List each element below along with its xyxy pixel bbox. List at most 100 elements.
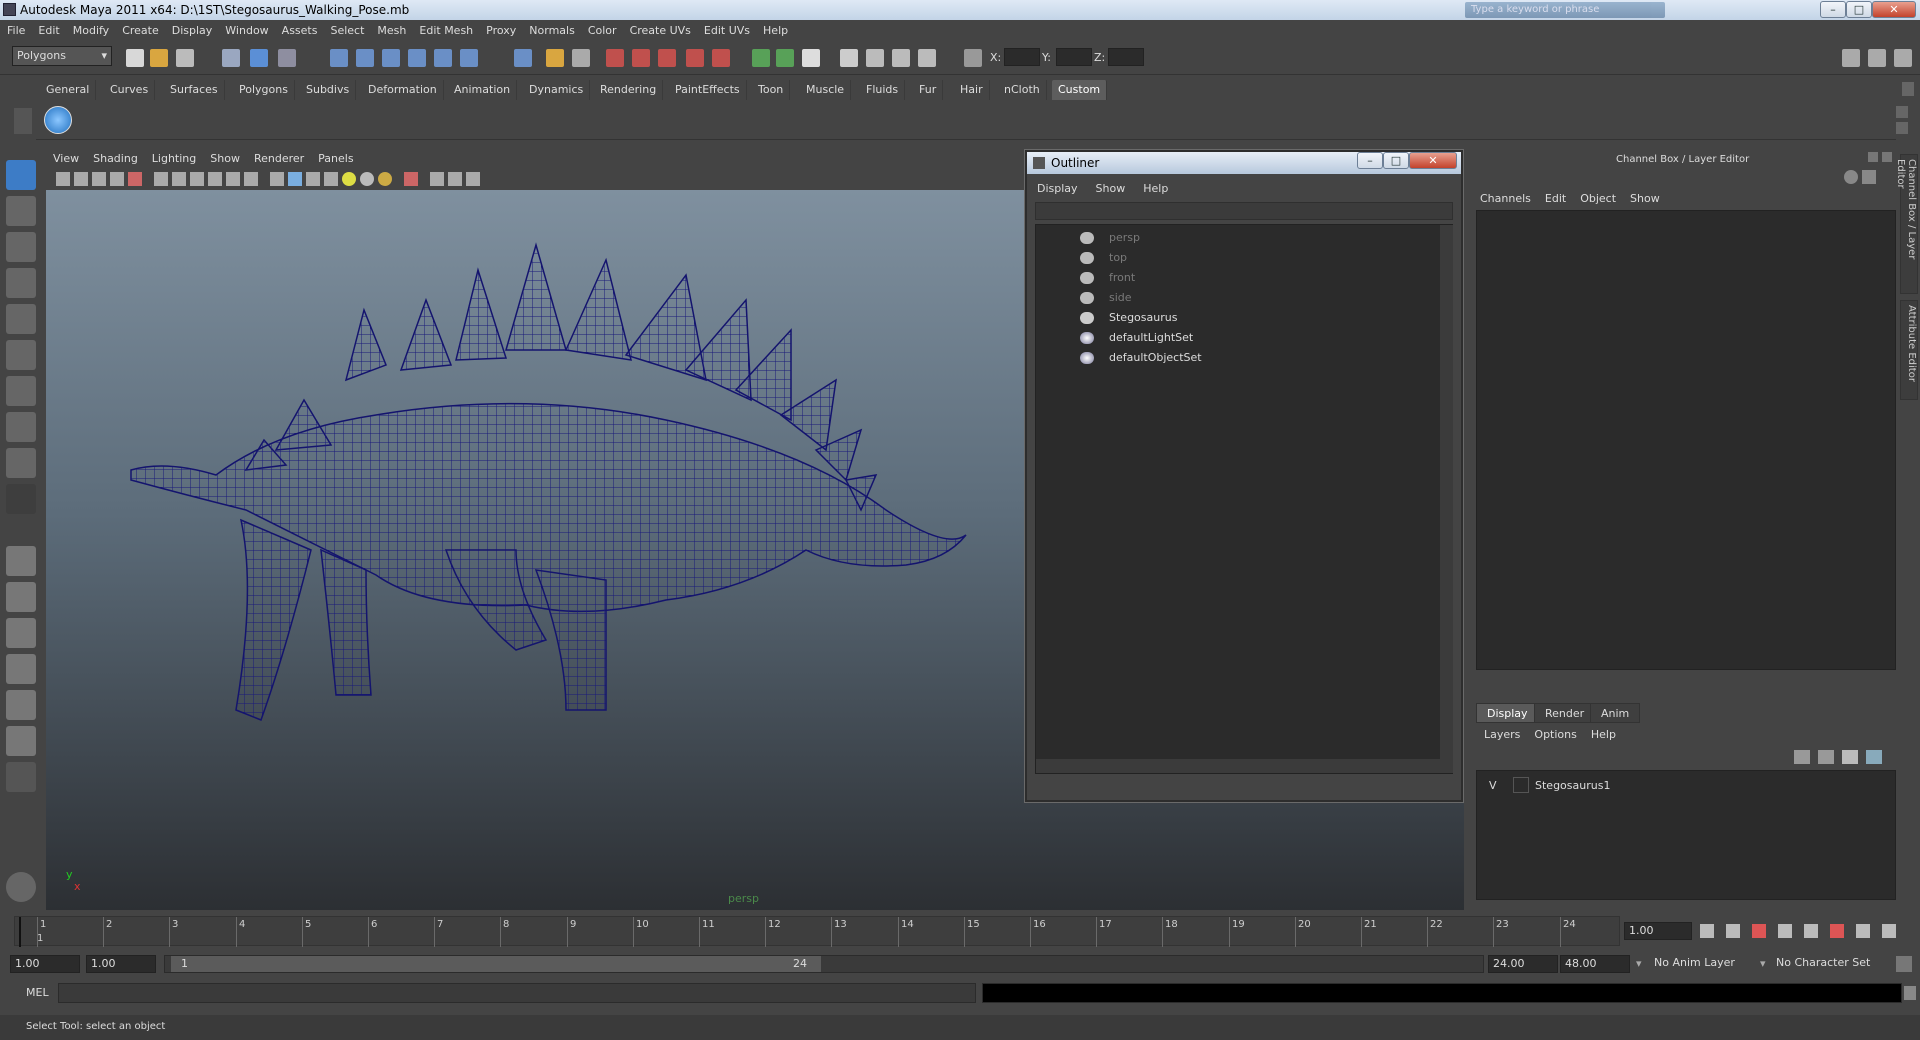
- absolute-transform-icon[interactable]: [964, 49, 982, 67]
- select-component-icon[interactable]: [278, 49, 296, 67]
- range-slider-handle[interactable]: 1 24: [171, 956, 821, 972]
- two-d-pan-icon[interactable]: [128, 172, 142, 186]
- menu-modify[interactable]: Modify: [66, 20, 115, 37]
- shelf-tab-polygons[interactable]: Polygons: [233, 80, 295, 100]
- render-icon[interactable]: [606, 49, 624, 67]
- history-icon[interactable]: [572, 49, 590, 67]
- channel-menu-edit[interactable]: Edit: [1545, 192, 1566, 205]
- z-field[interactable]: [1108, 48, 1144, 66]
- outliner-titlebar[interactable]: Outliner – □ ✕: [1027, 152, 1461, 174]
- shelf-scroll-down-icon[interactable]: [1896, 122, 1908, 134]
- character-set-selector[interactable]: No Character Set: [1772, 955, 1892, 973]
- snap-point-icon[interactable]: [382, 49, 400, 67]
- menu-set-selector[interactable]: Polygons ▾: [12, 46, 112, 66]
- dope-sheet-icon[interactable]: [866, 49, 884, 67]
- outliner-maximize-button[interactable]: □: [1383, 152, 1409, 169]
- save-scene-icon[interactable]: [176, 49, 194, 67]
- select-object-icon[interactable]: [250, 49, 268, 67]
- channel-box-option-icon[interactable]: [1844, 170, 1858, 184]
- rotate-tool-icon[interactable]: [6, 304, 36, 334]
- layer-tab-anim[interactable]: Anim: [1590, 703, 1641, 723]
- last-tool-icon[interactable]: [6, 448, 36, 478]
- shelf-tab-muscle[interactable]: Muscle: [800, 80, 852, 100]
- step-forward-frame-icon[interactable]: [1830, 924, 1844, 938]
- safe-action-icon[interactable]: [244, 172, 258, 186]
- snap-grid-icon[interactable]: [330, 49, 348, 67]
- select-hierarchy-icon[interactable]: [222, 49, 240, 67]
- shelf-tab-surfaces[interactable]: Surfaces: [164, 80, 225, 100]
- outliner-filter-field[interactable]: [1035, 202, 1453, 220]
- shelf-options-icon[interactable]: [14, 108, 32, 134]
- viewport-menu-shading[interactable]: Shading: [86, 150, 145, 165]
- menu-window[interactable]: Window: [218, 20, 274, 37]
- menu-select[interactable]: Select: [323, 20, 370, 37]
- shelf-tab-rendering[interactable]: Rendering: [594, 80, 664, 100]
- menu-help[interactable]: Help: [756, 20, 794, 37]
- go-to-end-icon[interactable]: [1882, 924, 1896, 938]
- toggle-attribute-editor-icon[interactable]: [1842, 49, 1860, 67]
- script-editor-icon[interactable]: [1904, 986, 1916, 1000]
- shelf-tab-toon[interactable]: Toon: [752, 80, 791, 100]
- wireframe-on-shaded-icon[interactable]: [306, 172, 320, 186]
- snap-view-plane-icon[interactable]: [408, 49, 426, 67]
- shelf-tab-hair[interactable]: Hair: [954, 80, 990, 100]
- outliner-menu-show[interactable]: Show: [1096, 182, 1126, 195]
- command-input[interactable]: [58, 983, 976, 1003]
- resolution-gate-icon[interactable]: [190, 172, 204, 186]
- textured-icon[interactable]: [324, 172, 338, 186]
- move-tool-icon[interactable]: [6, 268, 36, 298]
- layer-tab-render[interactable]: Render: [1534, 703, 1596, 723]
- shelf-tab-dynamics[interactable]: Dynamics: [523, 80, 591, 100]
- viewport-menu-panels[interactable]: Panels: [311, 150, 360, 165]
- layout-options-icon[interactable]: [6, 762, 36, 792]
- viewport-menu-show[interactable]: Show: [203, 150, 247, 165]
- shelf-tab-subdivs[interactable]: Subdivs: [300, 80, 357, 100]
- menu-assets[interactable]: Assets: [275, 20, 324, 37]
- outliner-menu-display[interactable]: Display: [1037, 182, 1078, 195]
- layout-hypershade-persp-icon[interactable]: [6, 690, 36, 720]
- layer-template-toggle[interactable]: [1513, 777, 1529, 793]
- outliner-minimize-button[interactable]: –: [1357, 152, 1383, 169]
- shelf-scroll-up-icon[interactable]: [1896, 106, 1908, 118]
- manipulator-tool-icon[interactable]: [6, 376, 36, 406]
- bookmark-icon[interactable]: [92, 172, 106, 186]
- smooth-shade-icon[interactable]: [288, 172, 302, 186]
- shelf-tab-custom[interactable]: Custom: [1052, 80, 1108, 100]
- add-selected-to-layer-icon[interactable]: [1842, 750, 1858, 764]
- wireframe-icon[interactable]: [270, 172, 284, 186]
- help-question-icon[interactable]: [514, 49, 532, 67]
- isolate-select-icon[interactable]: [404, 172, 418, 186]
- step-back-key-icon[interactable]: [1726, 924, 1740, 938]
- shelf-tab-ncloth[interactable]: nCloth: [998, 80, 1047, 100]
- mudbox-tool-icon[interactable]: [6, 872, 36, 902]
- close-panel-icon[interactable]: [1882, 152, 1892, 162]
- soft-mod-tool-icon[interactable]: [6, 412, 36, 442]
- menu-mesh[interactable]: Mesh: [370, 20, 412, 37]
- x-field[interactable]: [1004, 48, 1040, 66]
- menu-proxy[interactable]: Proxy: [479, 20, 522, 37]
- channel-menu-show[interactable]: Show: [1630, 192, 1660, 205]
- menu-file[interactable]: File: [0, 20, 31, 37]
- outliner-menu-help[interactable]: Help: [1143, 182, 1168, 195]
- play-forwards-icon[interactable]: [1804, 924, 1818, 938]
- side-tab-attribute-editor[interactable]: Attribute Editor: [1900, 300, 1918, 400]
- menu-display[interactable]: Display: [165, 20, 219, 37]
- playback-start-field[interactable]: 1.00: [86, 955, 156, 973]
- image-plane-icon[interactable]: [110, 172, 124, 186]
- toggle-tool-settings-icon[interactable]: [1868, 49, 1886, 67]
- layout-single-pane-icon[interactable]: [6, 546, 36, 576]
- shelf-tab-animation[interactable]: Animation: [448, 80, 518, 100]
- maximize-button[interactable]: □: [1846, 1, 1872, 18]
- shelf-tab-fluids[interactable]: Fluids: [860, 80, 906, 100]
- snap-surface-icon[interactable]: [460, 49, 478, 67]
- animation-end-field[interactable]: 48.00: [1560, 955, 1630, 973]
- float-panel-icon[interactable]: [1868, 152, 1878, 162]
- new-layer-icon[interactable]: [1794, 750, 1810, 764]
- xray-icon[interactable]: [430, 172, 444, 186]
- go-to-start-icon[interactable]: [1700, 924, 1714, 938]
- time-slider[interactable]: 1 1 2 3 4 5 6 7 8 9 10 11 12 13 14 15 16 17 18 19 20 21 22 23 2…: [14, 914, 1620, 948]
- minimize-button[interactable]: –: [1820, 1, 1846, 18]
- layer-name[interactable]: Stegosaurus1: [1535, 779, 1610, 792]
- channel-menu-object[interactable]: Object: [1580, 192, 1616, 205]
- grid-icon[interactable]: [154, 172, 168, 186]
